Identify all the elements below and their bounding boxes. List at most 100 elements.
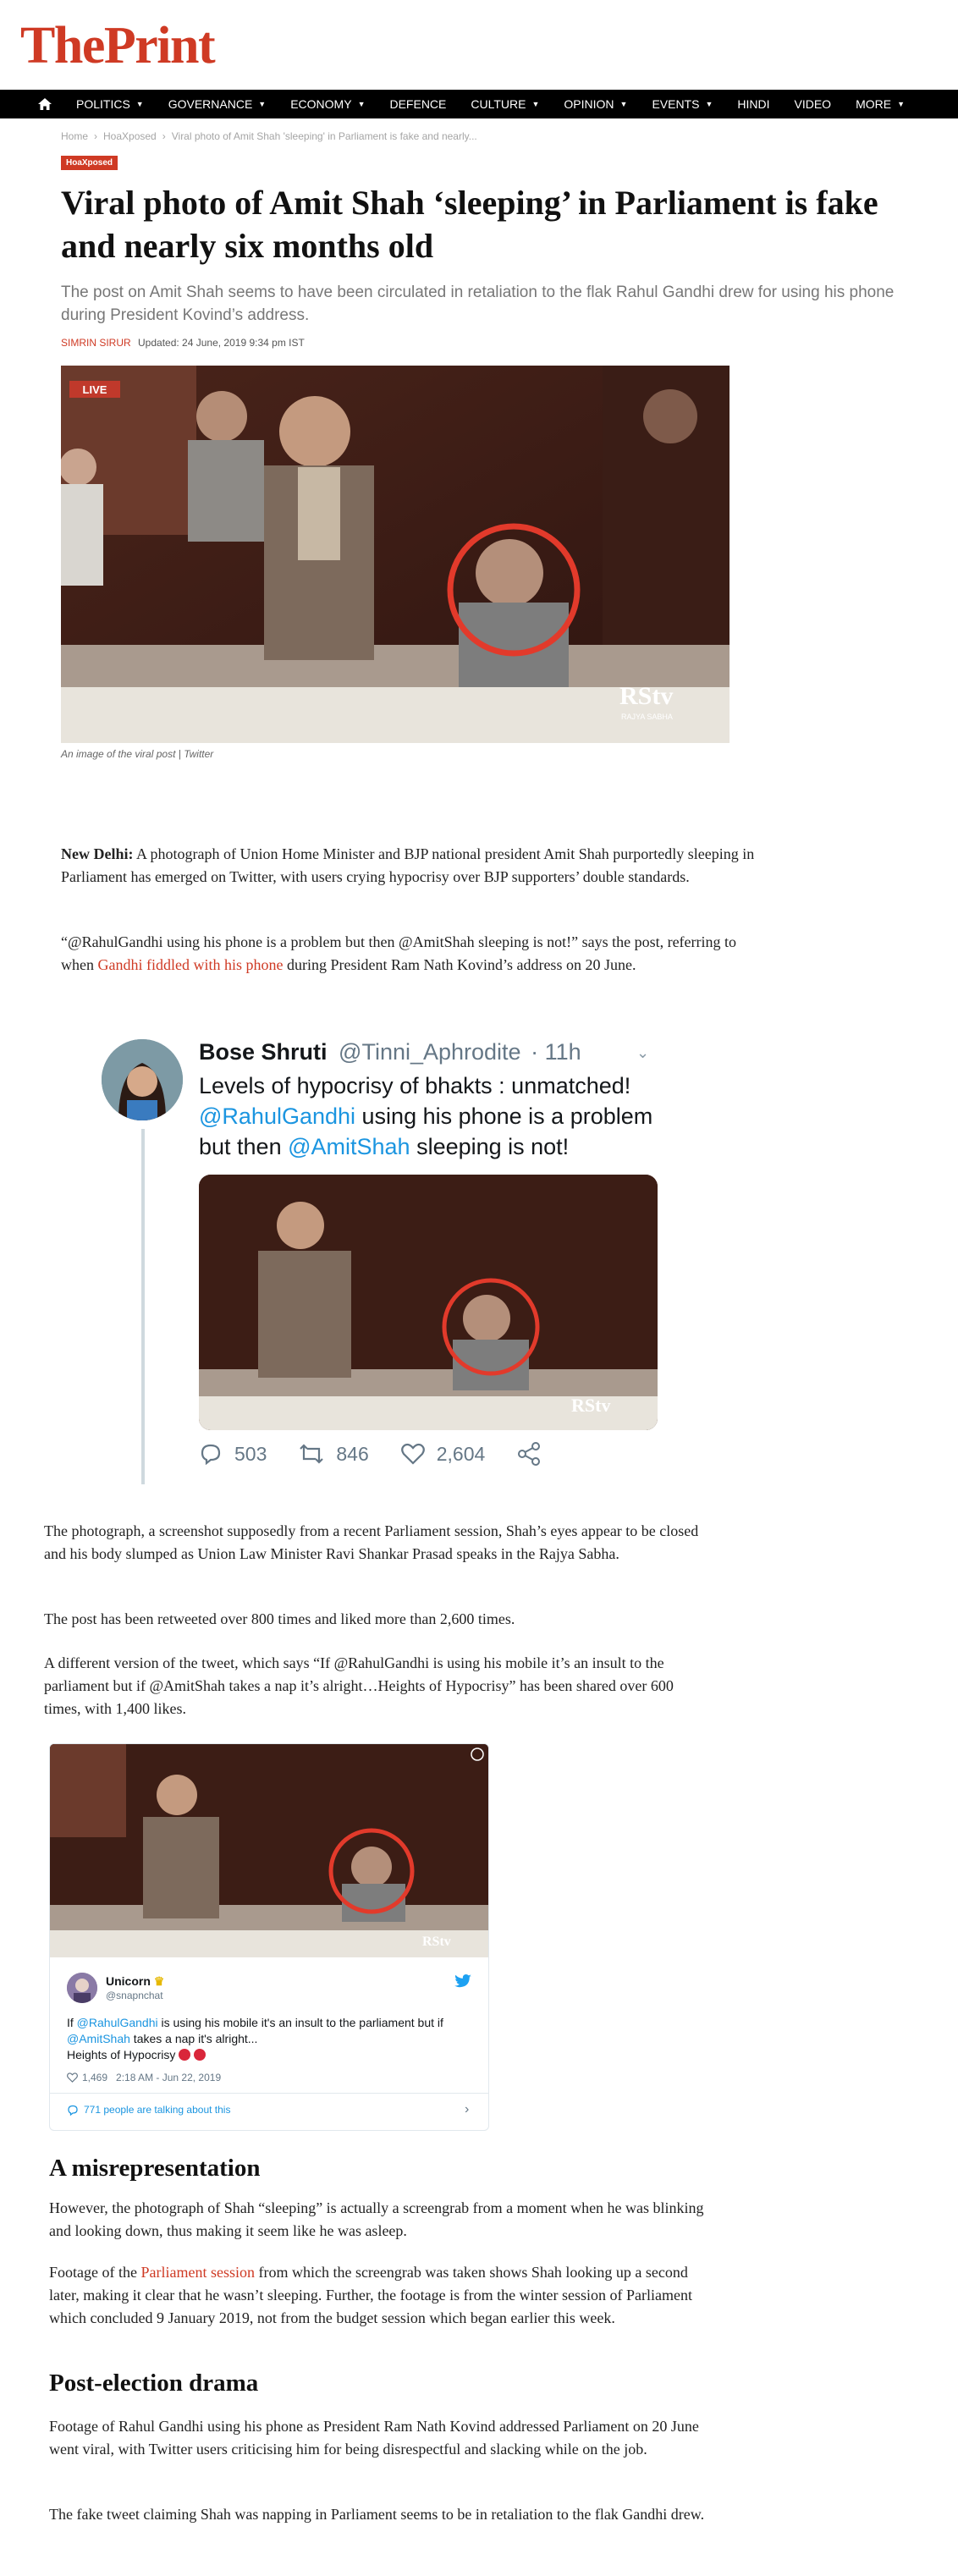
main-nav: POLITICS ▼ GOVERNANCE ▼ ECONOMY ▼ DEFENCE CULTU… <box>0 90 958 118</box>
tweet-author-handle[interactable]: @Tinni_Aphrodite <box>339 1039 521 1065</box>
nav-item-more[interactable]: MORE ▼ <box>856 90 905 118</box>
gandhi-phone-link[interactable]: Gandhi fiddled with his phone <box>98 956 284 973</box>
paragraph-misrepresentation: However, the photograph of Shah “sleepin… <box>49 2199 704 2239</box>
chevron-down-icon: ▼ <box>897 100 905 108</box>
tweet-text-line: Levels of hypocrisy of bhakts : unmatche… <box>199 1073 631 1098</box>
tweet-text-end: sleeping is not! <box>410 1134 570 1159</box>
tweet-actions: 503 846 2,604 <box>199 1442 585 1466</box>
tweet2-like-count: 1,469 <box>82 2072 108 2083</box>
mention-amitshah[interactable]: @AmitShah <box>288 1134 410 1159</box>
paragraph-screenshot: The photograph, a screenshot supposedly … <box>44 1522 699 1562</box>
tweet2-mention-amitshah[interactable]: @AmitShah <box>67 2032 130 2045</box>
nav-item-label: EVENTS <box>652 97 700 111</box>
chevron-down-icon: ▼ <box>258 100 267 108</box>
nav-item-opinion[interactable]: OPINION ▼ <box>564 90 627 118</box>
site-logo[interactable]: ThePrint <box>20 17 216 74</box>
breadcrumb-home[interactable]: Home <box>61 130 88 142</box>
author-link[interactable]: Simrin Sirur <box>61 337 131 349</box>
heart-icon <box>400 1443 425 1465</box>
paragraph-footage-before: Footage of the <box>49 2264 141 2281</box>
mention-rahulgandhi[interactable]: @RahulGandhi <box>199 1104 355 1129</box>
tweet-menu-chevron-icon[interactable]: ⌄ <box>636 1044 649 1062</box>
nav-item-governance[interactable]: GOVERNANCE ▼ <box>168 90 267 118</box>
retweet-button[interactable]: 846 <box>299 1442 369 1466</box>
nav-item-label: DEFENCE <box>389 97 447 111</box>
parliament-session-link[interactable]: Parliament session <box>140 2264 254 2281</box>
twitter-bird-icon[interactable] <box>454 1974 471 1992</box>
tweet-time[interactable]: · 11h <box>531 1039 581 1065</box>
tweet2-timestamp[interactable]: 2:18 AM - Jun 22, 2019 <box>116 2072 221 2083</box>
nav-item-label: CULTURE <box>471 97 526 111</box>
paragraph-intro-text: A photograph of Union Home Minister and … <box>61 845 755 885</box>
image-caption: An image of the viral post | Twitter <box>61 748 214 760</box>
updated-timestamp: Updated: 24 June, 2019 9:34 pm IST <box>138 337 305 349</box>
like-button[interactable]: 2,604 <box>400 1442 486 1466</box>
tweet-text: Levels of hypocrisy of bhakts : unmatche… <box>199 1071 673 1162</box>
paragraph-intro: New Delhi: A photograph of Union Home Mi… <box>61 843 755 889</box>
tweet2-author-handle[interactable]: @snapnchat <box>106 1990 163 2001</box>
tweet2-text-end: takes a nap it's alright... <box>129 2032 258 2045</box>
like-count: 2,604 <box>436 1442 486 1465</box>
tweet2-text: If @RahulGandhi is using his mobile it's… <box>67 2015 482 2063</box>
unicorn-avatar-image <box>67 1973 97 2003</box>
embedded-tweet-unicorn: RStv Unicorn ♛ @snapnchat If @RahulGandh… <box>49 1743 489 2131</box>
article-headline: Viral photo of Amit Shah ‘sleeping’ in P… <box>61 184 878 265</box>
breadcrumb: Home › HoaXposed › Viral photo of Amit Shah … <box>61 130 477 142</box>
tweet2-text-hypocrisy: Heights of Hypocrisy <box>67 2048 176 2061</box>
paragraph-retweets: The post has been retweeted over 800 tim… <box>44 1610 515 1627</box>
tweet2-text-middle: is using his mobile it's an insult to th… <box>157 2016 443 2029</box>
reply-icon <box>201 1444 221 1465</box>
breadcrumb-category[interactable]: HoaXposed <box>103 130 157 142</box>
paragraph-quote: “@RahulGandhi using his phone is a probl… <box>61 931 755 977</box>
share-button[interactable] <box>517 1442 553 1466</box>
subheading-post-election: Post-election drama <box>49 2370 259 2397</box>
tweet2-comment-icon <box>68 2105 78 2116</box>
nav-item-culture[interactable]: CULTURE ▼ <box>471 90 539 118</box>
home-icon[interactable] <box>32 90 58 118</box>
dateline: New Delhi: <box>61 845 134 862</box>
nav-item-economy[interactable]: ECONOMY ▼ <box>290 90 365 118</box>
paragraph-different-version: A different version of the tweet, which … <box>44 1654 674 1717</box>
nav-item-label: POLITICS <box>76 97 130 111</box>
tweet-avatar[interactable] <box>102 1039 183 1120</box>
rstv-logo-small: RStv <box>571 1395 610 1416</box>
paragraph-retaliation: The fake tweet claiming Shah was napping… <box>49 2506 705 2523</box>
tweet2-mention-rahulgandhi[interactable]: @RahulGandhi <box>77 2016 158 2029</box>
parliament-scene-image: LIVE RStv RAJYA SABHA <box>61 366 730 743</box>
paragraph-footage: Footage of the Parliament session from w… <box>49 2261 718 2330</box>
nav-item-label: ECONOMY <box>290 97 352 111</box>
breadcrumb-separator: › <box>94 130 98 142</box>
tweet2-text-start: If <box>67 2016 77 2029</box>
nav-item-politics[interactable]: POLITICS ▼ <box>76 90 144 118</box>
nav-item-label: GOVERNANCE <box>168 97 253 111</box>
tweet2-heart-icon[interactable] <box>67 2072 78 2083</box>
nav-item-events[interactable]: EVENTS ▼ <box>652 90 713 118</box>
paragraph-rahul-phone: Footage of Rahul Gandhi using his phone … <box>49 2418 699 2458</box>
rajya-sabha-label: RAJYA SABHA <box>621 713 673 721</box>
live-badge: LIVE <box>83 383 107 396</box>
nav-item-defence[interactable]: DEFENCE <box>389 90 446 118</box>
retweet-icon <box>300 1444 324 1464</box>
tweet2-conversation-link[interactable]: 771 people are talking about this <box>67 2104 230 2116</box>
embedded-tweet-bose-shruti: Bose Shruti @Tinni_Aphrodite · 11h ⌄ Lev… <box>102 1024 677 1484</box>
rstv-logo-tiny: RStv <box>422 1935 451 1949</box>
tweet2-talking-text: 771 people are talking about this <box>84 2104 231 2116</box>
tweet2-avatar[interactable] <box>67 1973 97 2003</box>
nav-item-video[interactable]: VIDEO <box>795 90 832 118</box>
category-tag[interactable]: HoaXposed <box>61 156 118 170</box>
tweet2-author-name[interactable]: Unicorn ♛ <box>106 1974 164 1989</box>
angry-face-emoji-icon <box>179 2049 191 2061</box>
reply-count: 503 <box>234 1442 267 1465</box>
thread-line <box>141 1129 145 1484</box>
nav-item-label: MORE <box>856 97 892 111</box>
tweet2-author-name-text: Unicorn <box>106 1974 151 1988</box>
nav-item-hindi[interactable]: HINDI <box>737 90 769 118</box>
tweet2-media-image[interactable]: RStv <box>50 1744 488 1957</box>
nav-item-label: HINDI <box>737 97 770 111</box>
lead-image: LIVE RStv RAJYA SABHA <box>61 366 730 743</box>
retweet-count: 846 <box>336 1442 369 1465</box>
chevron-right-icon[interactable]: › <box>465 2102 469 2117</box>
tweet-media-image[interactable]: RStv <box>199 1175 658 1430</box>
tweet-author-name[interactable]: Bose Shruti <box>199 1039 328 1065</box>
reply-button[interactable]: 503 <box>199 1443 267 1466</box>
